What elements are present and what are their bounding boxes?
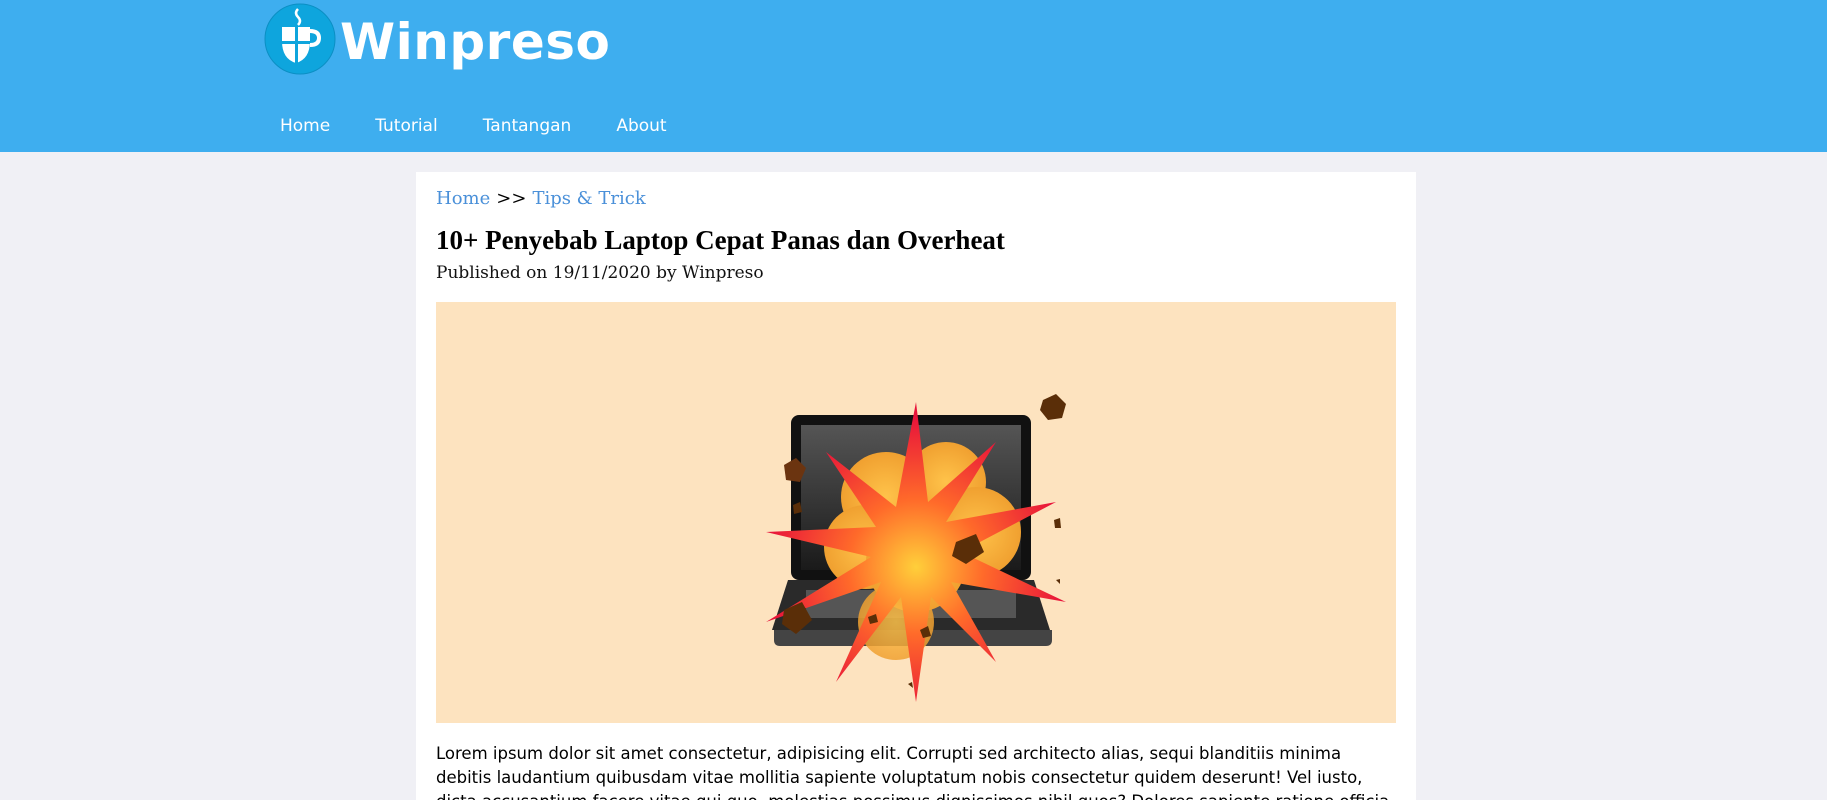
breadcrumb: Home >> Tips & Trick — [436, 188, 646, 209]
article-meta: Published on 19/11/2020 by Winpreso — [436, 263, 764, 283]
breadcrumb-category[interactable]: Tips & Trick — [532, 188, 645, 209]
site-name: Winpreso — [340, 13, 611, 71]
exploding-laptop-illustration — [766, 394, 1066, 702]
nav-tutorial[interactable]: Tutorial — [359, 110, 454, 142]
article-card: Home >> Tips & Trick 10+ Penyebab Laptop C… — [416, 172, 1416, 800]
site-header: Winpreso Home Tutorial Tantangan About — [0, 0, 1827, 152]
breadcrumb-home[interactable]: Home — [436, 188, 490, 209]
cup-shield-icon — [264, 3, 336, 75]
main-nav: Home Tutorial Tantangan About — [264, 110, 696, 142]
nav-home[interactable]: Home — [264, 110, 346, 142]
breadcrumb-separator: >> — [496, 188, 527, 209]
hero-image — [436, 302, 1396, 723]
nav-about[interactable]: About — [600, 110, 682, 142]
article-title: 10+ Penyebab Laptop Cepat Panas dan Over… — [436, 225, 1005, 255]
nav-tantangan[interactable]: Tantangan — [467, 110, 588, 142]
brand[interactable]: Winpreso — [264, 3, 610, 75]
article-body: Lorem ipsum dolor sit amet consectetur, … — [436, 744, 1389, 800]
